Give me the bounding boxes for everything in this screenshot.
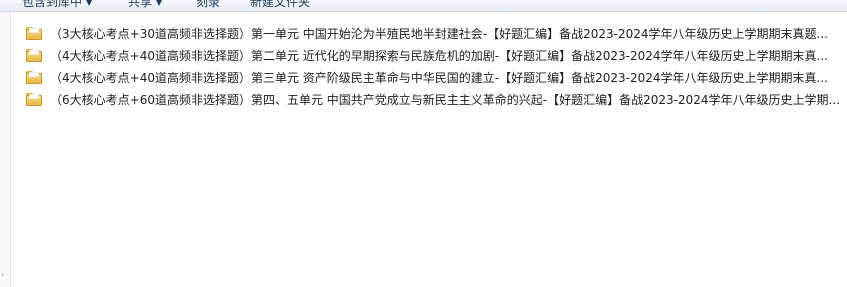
share-button[interactable]: 共享 ▼ (128, 0, 162, 10)
include-in-library-button[interactable]: 包含到库中 ▼ (22, 0, 92, 10)
navigation-pane-edge[interactable]: ‹ (0, 12, 11, 287)
list-item[interactable]: （4大核心考点+40道高频非选择题）第二单元 近代化的早期探索与民族危机的加剧-… (26, 44, 844, 66)
explorer-toolbar: 包含到库中 ▼ 共享 ▼ 刻录 新建文件夹 (0, 0, 847, 12)
file-list: （3大核心考点+30道高频非选择题）第一单元 中国开始沦为半殖民地半封建社会-【… (26, 22, 844, 110)
share-label: 共享 (128, 0, 153, 9)
burn-label: 刻录 (196, 0, 221, 9)
folder-name: （6大核心考点+60道高频非选择题）第四、五单元 中国共产党成立与新民主主义革命… (50, 92, 840, 107)
folder-icon (26, 26, 42, 40)
new-folder-label: 新建文件夹 (250, 0, 311, 9)
folder-icon (26, 48, 42, 62)
list-item[interactable]: （4大核心考点+40道高频非选择题）第三单元 资产阶级民主革命与中华民国的建立-… (26, 66, 844, 88)
folder-icon (26, 92, 42, 106)
burn-button[interactable]: 刻录 (196, 0, 220, 10)
include-in-library-label: 包含到库中 (22, 0, 83, 9)
chevron-down-icon: ▼ (86, 0, 93, 7)
new-folder-button[interactable]: 新建文件夹 (250, 0, 310, 10)
folder-name: （3大核心考点+30道高频非选择题）第一单元 中国开始沦为半殖民地半封建社会-【… (50, 26, 828, 41)
folder-icon (26, 70, 42, 84)
list-item[interactable]: （3大核心考点+30道高频非选择题）第一单元 中国开始沦为半殖民地半封建社会-【… (26, 22, 844, 44)
scroll-arrow-icon[interactable]: ‹ (1, 270, 6, 280)
chevron-down-icon: ▼ (156, 0, 163, 7)
folder-name: （4大核心考点+40道高频非选择题）第三单元 资产阶级民主革命与中华民国的建立-… (50, 70, 828, 85)
list-item[interactable]: （6大核心考点+60道高频非选择题）第四、五单元 中国共产党成立与新民主主义革命… (26, 88, 844, 110)
folder-name: （4大核心考点+40道高频非选择题）第二单元 近代化的早期探索与民族危机的加剧-… (50, 48, 828, 63)
